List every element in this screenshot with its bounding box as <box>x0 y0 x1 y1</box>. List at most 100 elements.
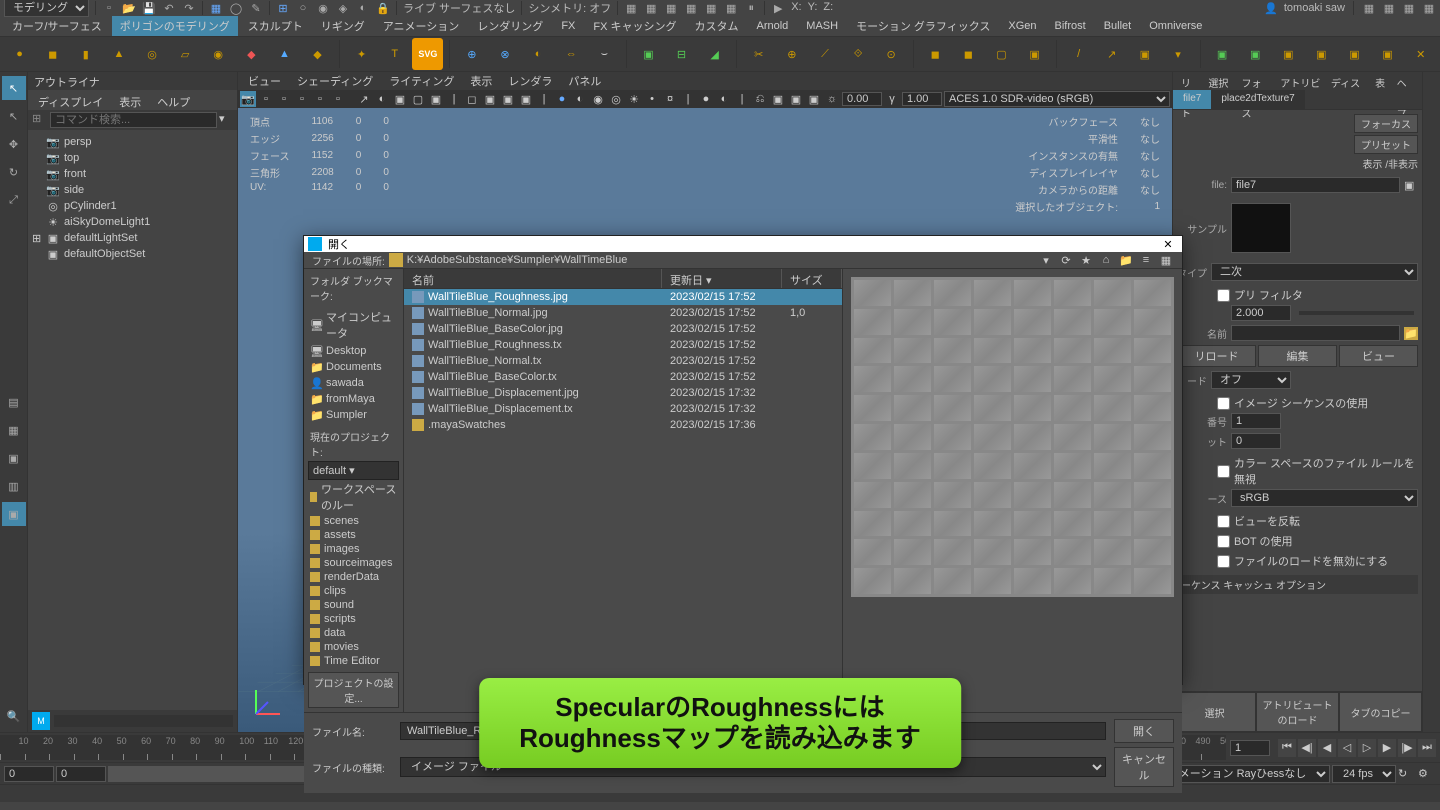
layout-e-icon[interactable]: ▣ <box>2 502 26 526</box>
shelf-tab[interactable]: Bullet <box>1096 18 1140 34</box>
layout-c-icon[interactable]: ▣ <box>2 446 26 470</box>
shelf-tab[interactable]: XGen <box>1000 18 1044 34</box>
select-icon[interactable]: ▦ <box>209 1 223 15</box>
vpt1-icon[interactable]: ▫ <box>258 91 274 107</box>
poly-platonic-icon[interactable]: ◆ <box>236 38 267 70</box>
y1-icon[interactable]: ▣ <box>1207 38 1238 70</box>
y3-icon[interactable]: ▣ <box>1273 38 1304 70</box>
vpt9-icon[interactable]: ▢ <box>410 91 426 107</box>
type-icon[interactable]: T <box>379 38 410 70</box>
h5-icon[interactable]: ▦ <box>704 1 718 15</box>
outliner-node[interactable]: ◎pCylinder1 <box>30 198 235 214</box>
project-folder[interactable]: Time Editor <box>304 654 403 668</box>
shelf-tab[interactable]: MASH <box>798 18 846 34</box>
h1-icon[interactable]: ▦ <box>624 1 638 15</box>
shelf-tab[interactable]: Omniverse <box>1141 18 1210 34</box>
attr-menu[interactable]: リスト <box>1177 74 1202 88</box>
project-folder[interactable]: sourceimages <box>304 556 403 570</box>
merge-icon[interactable]: ▣ <box>1019 38 1050 70</box>
step-fwd-key-icon[interactable]: |▶ <box>1398 739 1416 757</box>
layout-d-icon[interactable]: ▥ <box>2 474 26 498</box>
shelf-tab[interactable]: アニメーション <box>375 16 468 36</box>
layout-b-icon[interactable]: ▦ <box>2 418 26 442</box>
append-icon[interactable]: ◼ <box>953 38 984 70</box>
outliner-node[interactable]: 📷front <box>30 166 235 182</box>
bot-check[interactable] <box>1217 535 1230 548</box>
open-icon[interactable]: 📂 <box>122 1 136 15</box>
vpt26-icon[interactable]: ▣ <box>788 91 804 107</box>
shelf-tab[interactable]: Bifrost <box>1047 18 1094 34</box>
project-folder[interactable]: renderData <box>304 570 403 584</box>
vpt12-icon[interactable]: ▣ <box>482 91 498 107</box>
h3-icon[interactable]: ▦ <box>664 1 678 15</box>
bookmark-item[interactable]: 📁fromMaya <box>304 391 403 407</box>
snap-curve-icon[interactable]: ○ <box>296 1 310 15</box>
svg-icon[interactable]: SVG <box>412 38 443 70</box>
browse-icon[interactable]: 📁 <box>1404 327 1418 340</box>
vp-menu[interactable]: ライティング <box>383 72 460 90</box>
target-weld-icon[interactable]: ⊕ <box>776 38 807 70</box>
prefilter-check[interactable] <box>1217 289 1230 302</box>
prefs-icon[interactable]: ⚙ <box>1418 767 1436 780</box>
x2-icon[interactable]: ↗ <box>1096 38 1127 70</box>
vpt15-icon[interactable]: ● <box>554 91 570 107</box>
bookmark-item[interactable]: 📁Documents <box>304 359 403 375</box>
colorrule-check[interactable] <box>1217 465 1230 478</box>
boolean-icon[interactable]: ◐ <box>523 38 554 70</box>
attr-menu[interactable]: ヘルプ <box>1393 74 1418 88</box>
vp-menu[interactable]: シェーディング <box>291 72 379 90</box>
current-frame[interactable] <box>1230 740 1270 756</box>
attr-menu[interactable]: フォーカス <box>1237 74 1274 88</box>
file-row[interactable]: WallTileBlue_Displacement.jpg2023/02/15 … <box>404 385 842 401</box>
open-button[interactable]: 開く <box>1114 719 1174 743</box>
vpt5-icon[interactable]: ▫ <box>330 91 346 107</box>
filter-type[interactable]: 二次 <box>1211 263 1418 281</box>
outliner-node[interactable]: ☀aiSkyDomeLight1 <box>30 214 235 230</box>
bridge-icon[interactable]: ⊟ <box>666 38 697 70</box>
undo-icon[interactable]: ↶ <box>162 1 176 15</box>
snap-view-icon[interactable]: ◐ <box>356 1 370 15</box>
vpt11-icon[interactable]: ◻ <box>464 91 480 107</box>
shelf-tab[interactable]: カーフ/サーフェス <box>4 16 110 36</box>
attr-menu[interactable]: アトリビュート <box>1276 74 1324 88</box>
pause-icon[interactable]: ⏸ <box>744 1 758 15</box>
move-tool-icon[interactable]: ✥ <box>2 132 26 156</box>
shelf-tab[interactable]: モーション グラフィックス <box>848 16 998 36</box>
play-back-icon[interactable]: ◁ <box>1338 739 1356 757</box>
range-start-outer[interactable] <box>4 766 54 782</box>
layout2-icon[interactable]: ▦ <box>1382 1 1396 15</box>
vpt27-icon[interactable]: ▣ <box>806 91 822 107</box>
outliner-menu[interactable]: ヘルプ <box>151 92 196 108</box>
vpt8-icon[interactable]: ▣ <box>392 91 408 107</box>
vpt19-icon[interactable]: ☀ <box>626 91 642 107</box>
vpt16-icon[interactable]: ◐ <box>572 91 588 107</box>
vpt14-icon[interactable]: ▣ <box>518 91 534 107</box>
vpt13-icon[interactable]: ▣ <box>500 91 516 107</box>
shelf-tab[interactable]: Arnold <box>749 18 797 34</box>
cache-section[interactable]: ーケンス キャッシュ オプション <box>1177 575 1418 594</box>
vp-gamma-icon[interactable]: γ <box>884 91 900 107</box>
scale-tool-icon[interactable]: ⤢ <box>2 188 26 212</box>
poly-plane-icon[interactable]: ▱ <box>170 38 201 70</box>
project-folder[interactable]: ワークスペースのルー <box>304 480 403 514</box>
outliner-node[interactable]: 📷top <box>30 150 235 166</box>
vp-menu[interactable]: ビュー <box>242 72 287 90</box>
x3-icon[interactable]: ▣ <box>1129 38 1160 70</box>
shelf-tab[interactable]: レンダリング <box>469 16 551 36</box>
project-folder[interactable]: scenes <box>304 514 403 528</box>
file-row[interactable]: .mayaSwatches2023/02/15 17:36 <box>404 417 842 433</box>
poly-cylinder-icon[interactable]: ▮ <box>70 38 101 70</box>
h2-icon[interactable]: ▦ <box>644 1 658 15</box>
vpt3-icon[interactable]: ▫ <box>294 91 310 107</box>
poly-sphere-icon[interactable]: ● <box>4 38 35 70</box>
vpt17-icon[interactable]: ◉ <box>590 91 606 107</box>
attr-menu[interactable]: ディスプレイ <box>1327 74 1369 88</box>
preset-button[interactable]: プリセット <box>1354 135 1418 154</box>
vpt21-icon[interactable]: ¤ <box>662 91 678 107</box>
goto-end-icon[interactable]: ⏭ <box>1418 739 1436 757</box>
imgseq-check[interactable] <box>1217 397 1230 410</box>
view-list-icon[interactable]: ≡ <box>1138 252 1154 268</box>
outliner-node[interactable]: 📷side <box>30 182 235 198</box>
edit-button[interactable]: 編集 <box>1258 345 1337 367</box>
y5-icon[interactable]: ▣ <box>1339 38 1370 70</box>
